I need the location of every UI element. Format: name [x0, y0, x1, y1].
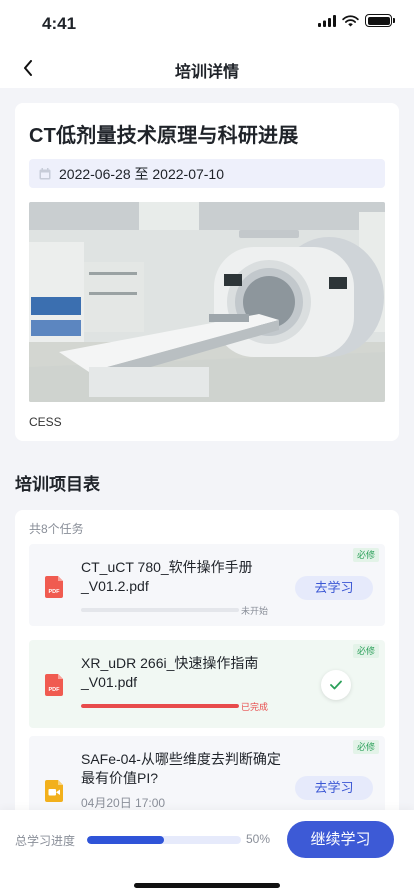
check-icon [330, 680, 342, 690]
status-bar: 4:41 [0, 0, 414, 48]
required-badge: 必修 [352, 548, 379, 562]
wifi-icon [342, 14, 359, 26]
task-item[interactable]: 必修 PDF XR_uDR 266i_快速操作指南_V01.pdf 已完成 [29, 640, 385, 728]
task-name: SAFe-04-从哪些维度去判断确定最有价值PI? [81, 751, 281, 786]
nav-bar: 培训详情 [0, 48, 414, 88]
pdf-file-icon: PDF [45, 674, 63, 696]
total-progress-bar [87, 836, 241, 844]
task-progress-fill [81, 704, 239, 708]
status-icons [318, 14, 395, 27]
total-progress-fill [87, 836, 164, 844]
video-file-icon [45, 780, 63, 802]
task-count: 共8个任务 [29, 522, 84, 536]
calendar-icon [39, 167, 51, 179]
battery-icon [365, 14, 395, 27]
course-cover-image [29, 202, 385, 402]
page-title: 培训详情 [174, 64, 239, 81]
task-name: CT_uCT 780_软件操作手册_V01.2.pdf [81, 559, 253, 594]
signal-icon [318, 14, 336, 27]
home-indicator [134, 883, 280, 888]
continue-study-button[interactable]: 继续学习 [287, 821, 394, 858]
svg-text:PDF: PDF [49, 589, 61, 595]
status-time: 4:41 [42, 14, 77, 33]
task-name: XR_uDR 266i_快速操作指南_V01.pdf [81, 655, 259, 690]
go-study-button[interactable]: 去学习 [295, 576, 373, 600]
section-title: 培训项目表 [15, 475, 100, 494]
go-study-button[interactable]: 去学习 [295, 776, 373, 800]
total-progress-percent: 50% [246, 832, 271, 846]
task-item[interactable]: 必修 PDF CT_uCT 780_软件操作手册_V01.2.pdf 未开始 去… [29, 544, 385, 626]
course-card: CT低剂量技术原理与科研进展 2022-06-28 至 2022-07-10 C… [15, 103, 399, 441]
task-list-panel: 共8个任务 必修 PDF CT_uCT 780_软件操作手册_V01.2.pdf… [15, 510, 399, 830]
completed-check [321, 670, 351, 700]
task-status: 已完成 [241, 702, 269, 712]
course-title: CT低剂量技术原理与科研进展 [29, 125, 299, 147]
task-time: 04月20日 17:00 [81, 796, 166, 810]
course-organization: CESS [29, 415, 62, 429]
task-progress-bar [81, 608, 239, 612]
required-badge: 必修 [352, 740, 379, 754]
svg-text:PDF: PDF [49, 687, 61, 693]
required-badge: 必修 [352, 644, 379, 658]
task-progress-bar [81, 704, 239, 708]
task-status: 未开始 [241, 606, 269, 616]
bottom-bar: 总学习进度 50% 继续学习 [0, 810, 414, 896]
date-range-text: 2022-06-28 至 2022-07-10 [59, 165, 225, 182]
date-range-box: 2022-06-28 至 2022-07-10 [29, 159, 385, 188]
pdf-file-icon: PDF [45, 576, 63, 598]
total-progress-label: 总学习进度 [15, 834, 76, 848]
